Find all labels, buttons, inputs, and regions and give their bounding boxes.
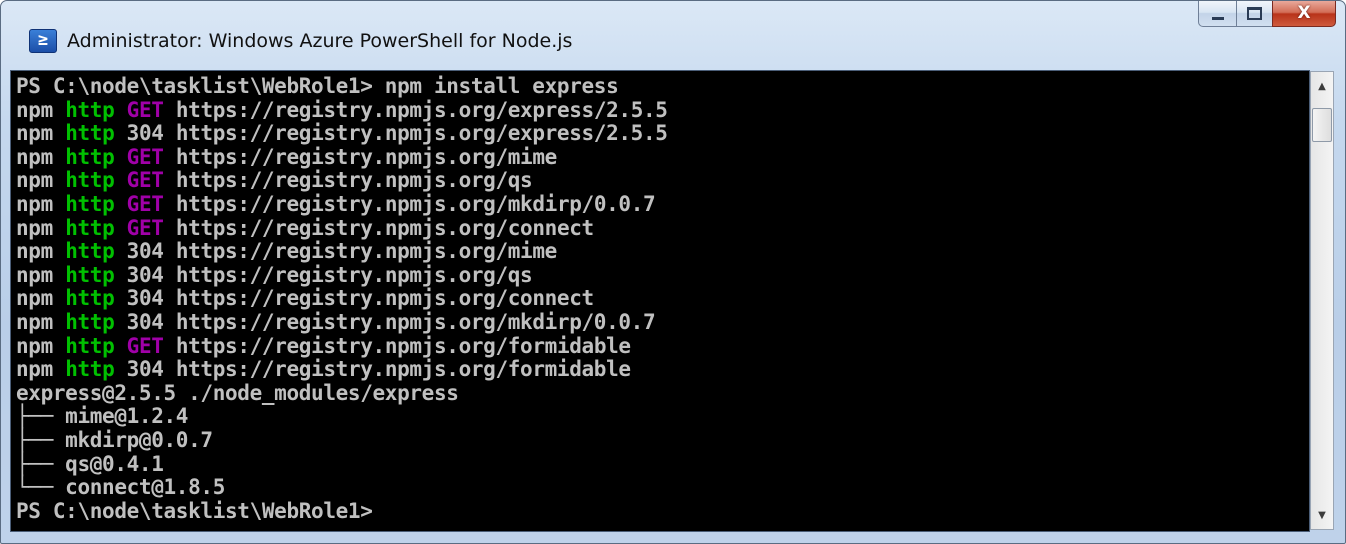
console-text: npm xyxy=(16,239,66,264)
scroll-down-arrow-icon[interactable]: ▼ xyxy=(1311,503,1333,527)
console-text: npm xyxy=(16,97,66,122)
console-output[interactable]: PS C:\node\tasklist\WebRole1> npm instal… xyxy=(10,70,1310,532)
http-token: http xyxy=(65,97,115,122)
console-text: PS C:\node\tasklist\WebRole1> npm instal… xyxy=(16,74,619,98)
console-text: 304 https://registry.npmjs.org/formidabl… xyxy=(114,357,631,382)
console-text: npm xyxy=(16,121,66,146)
console-text: npm xyxy=(16,215,66,240)
console-text: express@2.5.5 ./node_modules/express xyxy=(16,380,459,405)
console-text: https://registry.npmjs.org/mime xyxy=(163,144,557,169)
console-text: npm xyxy=(16,168,66,193)
console-line: PS C:\node\tasklist\WebRole1> xyxy=(16,498,1309,524)
http-token: http xyxy=(65,191,115,216)
console-text: 304 https://registry.npmjs.org/express/2… xyxy=(114,121,668,146)
maximize-icon xyxy=(1247,7,1262,20)
console-text: npm xyxy=(16,144,66,169)
console-text: └── connect@1.8.5 xyxy=(16,475,225,500)
get-token: GET xyxy=(126,215,164,240)
console-lines: PS C:\node\tasklist\WebRole1> npm instal… xyxy=(11,71,1309,523)
console-text: npm xyxy=(16,309,66,334)
console-line: npm http 304 https://registry.npmjs.org/… xyxy=(16,357,1309,382)
console-text: 304 https://registry.npmjs.org/mime xyxy=(114,239,558,264)
console-text: https://registry.npmjs.org/qs xyxy=(163,168,533,193)
console-line: express@2.5.5 ./node_modules/express xyxy=(16,380,1309,406)
http-token: http xyxy=(65,286,115,311)
scroll-up-arrow-icon[interactable]: ▲ xyxy=(1311,74,1333,98)
console-line: npm http GET https://registry.npmjs.org/… xyxy=(16,144,1309,170)
console-line: npm http GET https://registry.npmjs.org/… xyxy=(16,191,1309,217)
http-token: http xyxy=(65,357,115,382)
get-token: GET xyxy=(126,97,164,122)
console-line: npm http 304 https://registry.npmjs.org/… xyxy=(16,239,1309,264)
console-text: https://registry.npmjs.org/formidable xyxy=(163,333,631,358)
http-token: http xyxy=(65,144,115,169)
http-token: http xyxy=(65,121,115,146)
console-text: PS C:\node\tasklist\WebRole1> xyxy=(16,498,373,523)
console-text: 304 https://registry.npmjs.org/qs xyxy=(114,262,533,287)
console-line: npm http GET https://registry.npmjs.org/… xyxy=(16,333,1309,359)
http-token: http xyxy=(65,262,115,287)
console-line: npm http 304 https://registry.npmjs.org/… xyxy=(16,121,1309,146)
console-text: ├── mkdirp@0.0.7 xyxy=(16,427,213,452)
console-line: npm http GET https://registry.npmjs.org/… xyxy=(16,215,1309,241)
http-token: http xyxy=(65,333,115,358)
get-token: GET xyxy=(126,191,164,216)
http-token: http xyxy=(65,168,115,193)
console-text: https://registry.npmjs.org/connect xyxy=(163,215,594,240)
vertical-scrollbar[interactable]: ▲ ▼ xyxy=(1310,71,1334,530)
console-line: npm http 304 https://registry.npmjs.org/… xyxy=(16,309,1309,335)
console-line: npm http 304 https://registry.npmjs.org/… xyxy=(16,287,1309,311)
console-line: npm http GET https://registry.npmjs.org/… xyxy=(16,169,1309,193)
close-button[interactable]: X xyxy=(1272,1,1336,27)
console-text: https://registry.npmjs.org/mkdirp/0.0.7 xyxy=(163,191,656,216)
powershell-icon[interactable]: ≥ xyxy=(29,29,57,53)
console-text: https://registry.npmjs.org/express/2.5.5 xyxy=(163,97,668,122)
console-text: npm xyxy=(16,262,66,287)
console-line: ├── mkdirp@0.0.7 xyxy=(16,427,1309,453)
console-line: ├── qs@0.4.1 xyxy=(16,451,1309,477)
console-line: └── connect@1.8.5 xyxy=(16,475,1309,500)
console-text: ├── mime@1.2.4 xyxy=(16,404,189,429)
console-line: npm http 304 https://registry.npmjs.org/… xyxy=(16,262,1309,288)
title-bar[interactable]: ≥ Administrator: Windows Azure PowerShel… xyxy=(1,1,1345,69)
window-title: Administrator: Windows Azure PowerShell … xyxy=(67,30,573,52)
minimize-button[interactable] xyxy=(1198,1,1236,27)
console-text: npm xyxy=(16,333,66,358)
close-icon: X xyxy=(1297,3,1311,23)
get-token: GET xyxy=(126,144,164,169)
http-token: http xyxy=(65,215,115,240)
console-text: npm xyxy=(16,286,66,311)
console-line: npm http GET https://registry.npmjs.org/… xyxy=(16,97,1309,123)
console-line: ├── mime@1.2.4 xyxy=(16,405,1309,429)
scrollbar-thumb[interactable] xyxy=(1312,108,1332,142)
http-token: http xyxy=(65,309,115,334)
maximize-button[interactable] xyxy=(1236,1,1272,27)
console-text: npm xyxy=(16,357,66,382)
http-token: http xyxy=(65,239,115,264)
window-controls: X xyxy=(1198,1,1336,27)
get-token: GET xyxy=(126,168,164,193)
console-text: 304 https://registry.npmjs.org/mkdirp/0.… xyxy=(114,309,656,334)
console-text: 304 https://registry.npmjs.org/connect xyxy=(114,286,595,311)
console-text: npm xyxy=(16,191,66,216)
get-token: GET xyxy=(126,333,164,358)
minimize-icon xyxy=(1211,16,1224,20)
console-line: PS C:\node\tasklist\WebRole1> npm instal… xyxy=(16,74,1309,99)
console-text: ├── qs@0.4.1 xyxy=(16,451,164,476)
powershell-window: ≥ Administrator: Windows Azure PowerShel… xyxy=(0,0,1346,544)
